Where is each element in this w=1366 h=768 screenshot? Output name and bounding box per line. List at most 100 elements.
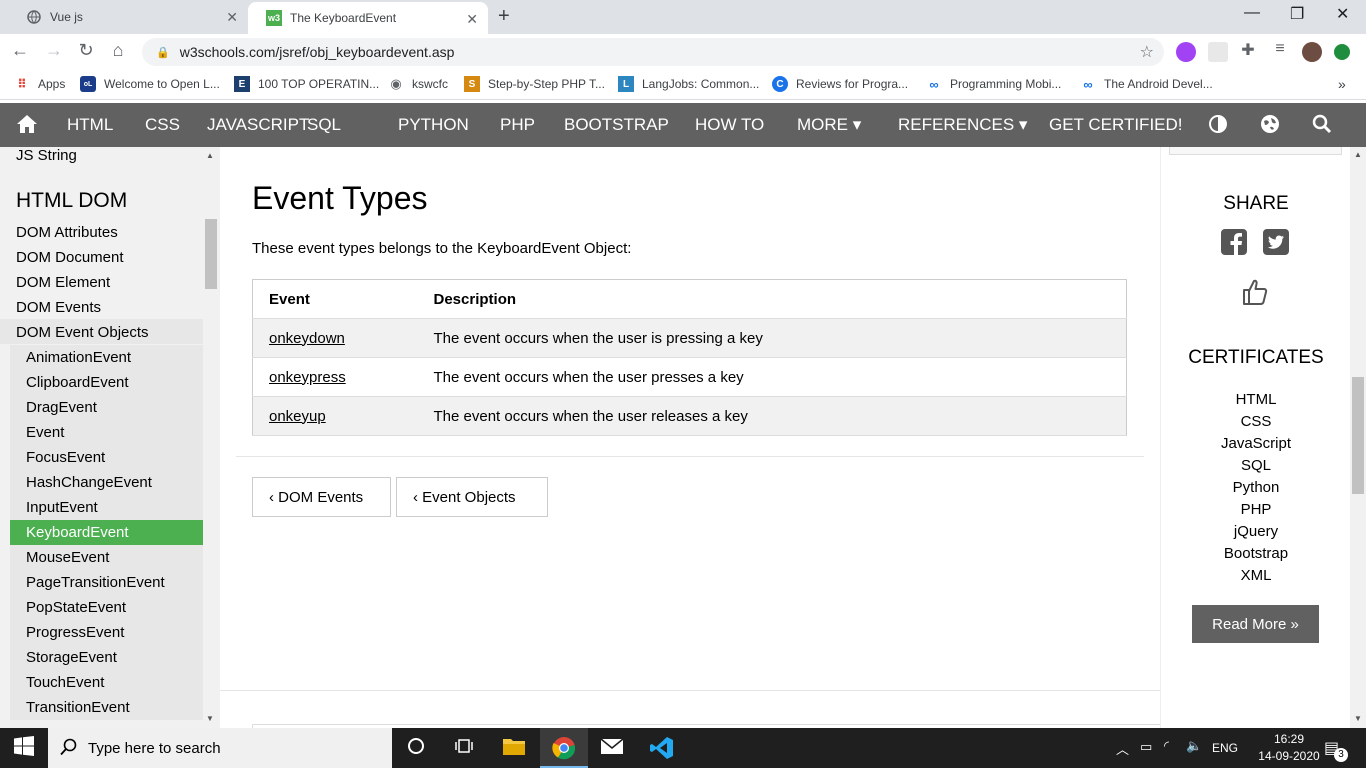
- wifi-icon[interactable]: ◜: [1164, 738, 1169, 754]
- vscode-icon[interactable]: [650, 736, 674, 760]
- show-hidden-icons-icon[interactable]: ︿: [1116, 739, 1129, 758]
- tab-vue-js[interactable]: Vue js ✕: [8, 0, 248, 34]
- sidebar-subitem[interactable]: MouseEvent: [10, 545, 203, 570]
- sidebar-subitem[interactable]: StorageEvent: [10, 645, 203, 670]
- sidebar-subitem[interactable]: TransitionEvent: [10, 695, 203, 720]
- sidebar-subitem[interactable]: HashChangeEvent: [10, 470, 203, 495]
- certificate-link[interactable]: CSS: [1161, 413, 1351, 430]
- battery-icon[interactable]: ▭: [1140, 739, 1152, 755]
- sidebar-subitem[interactable]: ClipboardEvent: [10, 370, 203, 395]
- sidebar-item-js-string[interactable]: JS String: [16, 147, 77, 164]
- nav-sql[interactable]: SQL: [307, 103, 341, 147]
- restore-window-icon[interactable]: ❐: [1290, 4, 1304, 24]
- sidebar-subitem[interactable]: InputEvent: [10, 495, 203, 520]
- profile-avatar-icon[interactable]: [1302, 42, 1322, 62]
- tab-keyboardevent[interactable]: w3 The KeyboardEvent ✕: [248, 2, 488, 34]
- event-link[interactable]: onkeypress: [269, 369, 346, 386]
- bookmark-item[interactable]: ◉ kswcfc: [388, 76, 448, 92]
- volume-icon[interactable]: 🔈: [1186, 738, 1202, 754]
- task-view-icon[interactable]: [452, 736, 476, 760]
- twitter-icon[interactable]: [1263, 229, 1289, 260]
- cortana-icon[interactable]: [404, 736, 428, 760]
- close-window-icon[interactable]: ✕: [1336, 4, 1349, 24]
- reading-list-icon[interactable]: ≡: [1268, 40, 1292, 58]
- bookmark-item[interactable]: S Step-by-Step PHP T...: [464, 76, 605, 92]
- back-icon[interactable]: ←: [8, 40, 32, 61]
- taskbar-search-box[interactable]: Type here to search: [48, 728, 392, 768]
- certificate-link[interactable]: PHP: [1161, 501, 1351, 518]
- sidebar-subitem[interactable]: DragEvent: [10, 395, 203, 420]
- reload-icon[interactable]: ↻: [74, 40, 98, 61]
- certificate-link[interactable]: HTML: [1161, 391, 1351, 408]
- read-more-button[interactable]: Read More »: [1192, 605, 1319, 643]
- nav-php[interactable]: PHP: [500, 103, 535, 147]
- close-tab-icon[interactable]: ✕: [466, 11, 478, 28]
- bookmark-item[interactable]: E 100 TOP OPERATIN...: [234, 76, 379, 92]
- bookmark-apps[interactable]: ⠿ Apps: [14, 76, 65, 92]
- globe-icon[interactable]: [1260, 114, 1280, 140]
- file-explorer-icon[interactable]: [502, 736, 526, 760]
- windows-start-icon[interactable]: [12, 736, 36, 760]
- bookmark-item[interactable]: C Reviews for Progra...: [772, 76, 908, 92]
- sidebar-subitem[interactable]: AnimationEvent: [10, 345, 203, 370]
- event-link[interactable]: onkeydown: [269, 330, 345, 347]
- sidebar-item-dom-element[interactable]: DOM Element: [16, 274, 110, 291]
- sidebar-subitem[interactable]: PageTransitionEvent: [10, 570, 203, 595]
- nav-bootstrap[interactable]: BOOTSTRAP: [564, 103, 669, 147]
- scroll-up-arrow-icon[interactable]: ▲: [206, 151, 214, 160]
- sidebar-subitem-active[interactable]: KeyboardEvent: [10, 520, 203, 545]
- prev-dom-events-button[interactable]: ‹ DOM Events: [252, 477, 391, 517]
- nav-javascript[interactable]: JAVASCRIPT: [207, 103, 309, 147]
- home-icon[interactable]: [16, 114, 38, 140]
- clock-time[interactable]: 16:29: [1264, 732, 1314, 746]
- sidebar-subitem[interactable]: TouchEvent: [10, 670, 203, 695]
- extension-icon[interactable]: [1176, 42, 1196, 62]
- sidebar-subitem[interactable]: ProgressEvent: [10, 620, 203, 645]
- sidebar-subitem[interactable]: Event: [10, 420, 203, 445]
- sidebar-item-dom-event-objects[interactable]: DOM Event Objects: [16, 324, 149, 341]
- event-link[interactable]: onkeyup: [269, 408, 326, 425]
- sidebar-subitem[interactable]: PopStateEvent: [10, 595, 203, 620]
- certificate-link[interactable]: jQuery: [1161, 523, 1351, 540]
- more-bookmarks-icon[interactable]: »: [1338, 76, 1346, 92]
- nav-css[interactable]: CSS: [145, 103, 180, 147]
- certificate-link[interactable]: JavaScript: [1161, 435, 1351, 452]
- page-scrollbar-thumb[interactable]: [1352, 377, 1364, 494]
- nav-more[interactable]: MORE ▾: [797, 103, 861, 147]
- update-icon[interactable]: [1334, 44, 1350, 60]
- certificate-link[interactable]: SQL: [1161, 457, 1351, 474]
- nav-html[interactable]: HTML: [67, 103, 113, 147]
- nav-references[interactable]: REFERENCES ▾: [898, 103, 1027, 147]
- new-tab-button[interactable]: +: [498, 5, 510, 28]
- extensions-puzzle-icon[interactable]: ✚: [1236, 40, 1260, 60]
- close-tab-icon[interactable]: ✕: [226, 9, 238, 26]
- taskbar-chrome-active[interactable]: [540, 728, 588, 768]
- bookmark-star-icon[interactable]: ☆: [1140, 42, 1154, 62]
- sidebar-item-dom-events[interactable]: DOM Events: [16, 299, 101, 316]
- certificate-link[interactable]: Python: [1161, 479, 1351, 496]
- scroll-down-arrow-icon[interactable]: ▼: [206, 714, 214, 723]
- bookmark-item[interactable]: L LangJobs: Common...: [618, 76, 759, 92]
- nav-how-to[interactable]: HOW TO: [695, 103, 764, 147]
- address-bar[interactable]: 🔒 w3schools.com/jsref/obj_keyboardevent.…: [142, 38, 1164, 66]
- facebook-icon[interactable]: [1221, 229, 1247, 260]
- sidebar-item-dom-attributes[interactable]: DOM Attributes: [16, 224, 118, 241]
- dark-mode-icon[interactable]: [1208, 114, 1228, 140]
- sidebar-subitem[interactable]: FocusEvent: [10, 445, 203, 470]
- prev-event-objects-button[interactable]: ‹ Event Objects: [396, 477, 548, 517]
- extension-icon[interactable]: [1208, 42, 1228, 62]
- page-scroll-down-icon[interactable]: ▼: [1354, 714, 1362, 723]
- sidebar-scrollbar-thumb[interactable]: [205, 219, 217, 289]
- bookmark-item[interactable]: ∞ Programming Mobi...: [926, 76, 1061, 92]
- minimize-window-icon[interactable]: —: [1244, 4, 1260, 22]
- page-scroll-up-icon[interactable]: ▲: [1354, 150, 1362, 159]
- certificate-link[interactable]: XML: [1161, 567, 1351, 584]
- bookmark-item[interactable]: ∞ The Android Devel...: [1080, 76, 1212, 92]
- bookmark-item[interactable]: oL Welcome to Open L...: [80, 76, 220, 92]
- home-icon[interactable]: ⌂: [106, 40, 130, 61]
- search-icon[interactable]: [1312, 114, 1332, 140]
- nav-python[interactable]: PYTHON: [398, 103, 469, 147]
- thumbs-up-icon[interactable]: [1241, 277, 1269, 312]
- forward-icon[interactable]: →: [42, 40, 66, 61]
- nav-get-certified[interactable]: GET CERTIFIED!: [1049, 103, 1183, 147]
